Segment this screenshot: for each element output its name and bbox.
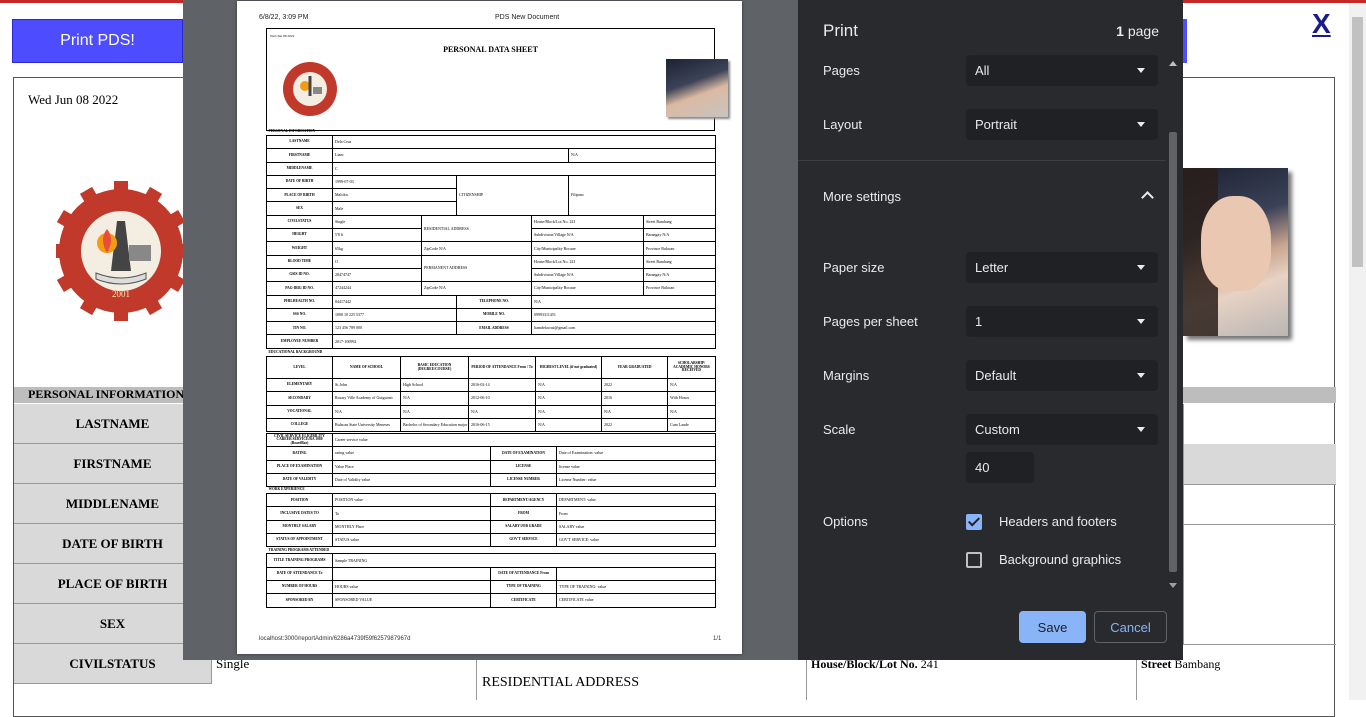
scale-label: Scale (823, 422, 856, 437)
chevron-down-icon (1137, 319, 1145, 324)
print-settings-panel: Print 1 page Pages All Layout Portrait M… (798, 0, 1183, 660)
preview-header-title: PDS New Document (495, 14, 560, 21)
scroll-up-icon[interactable] (1169, 61, 1177, 66)
save-button[interactable]: Save (1019, 611, 1086, 643)
page-scrollbar[interactable] (1349, 3, 1366, 700)
page-scroll-thumb[interactable] (1352, 17, 1363, 267)
margins-label: Margins (823, 368, 870, 383)
layout-select[interactable]: Portrait (966, 109, 1158, 140)
settings-scrollbar[interactable] (1166, 57, 1180, 594)
background-date: Wed Jun 08 2022 (28, 92, 119, 107)
preview-footer-url: localhost:3000/reportAdmin/6286a4739f59f… (259, 636, 411, 642)
pages-label: Pages (823, 63, 860, 78)
profile-photo (1183, 168, 1288, 336)
chevron-down-icon (1137, 68, 1145, 73)
paper-size-select[interactable]: Letter (966, 252, 1158, 283)
preview-title: PERSONAL DATA SHEET (443, 45, 538, 54)
chevron-down-icon (1137, 265, 1145, 270)
bg-cell-right-1 (1183, 404, 1336, 445)
headers-footers-label[interactable]: Headers and footers (999, 514, 1117, 529)
options-label: Options (823, 514, 868, 529)
preview-footer-page: 1/1 (713, 636, 722, 642)
bg-cell-right-3 (1183, 484, 1336, 525)
bg-cell-right-4 (1183, 524, 1336, 644)
scroll-down-icon[interactable] (1169, 583, 1177, 588)
preview-date-small: Wed Jun 08 2022 (270, 34, 295, 38)
print-pds-button[interactable]: Print PDS! (12, 19, 183, 63)
chevron-down-icon (1137, 427, 1145, 432)
preview-personal-table: PERSONAL INFORMATION LASTNAME Dela Cruz F… (266, 129, 717, 349)
headers-footers-checkbox[interactable] (966, 514, 982, 530)
chevron-up-icon[interactable] (1141, 191, 1154, 204)
pages-select[interactable]: All (966, 55, 1158, 86)
scale-input[interactable]: 40 (966, 452, 1034, 483)
layout-label: Layout (823, 117, 863, 132)
scroll-thumb[interactable] (1169, 132, 1177, 572)
scale-select[interactable]: Custom (966, 414, 1158, 445)
svg-text:2001: 2001 (112, 289, 130, 299)
more-settings-toggle[interactable]: More settings (823, 189, 901, 204)
preview-page: 6/8/22, 3:09 PM PDS New Document Wed Jun… (237, 1, 742, 654)
background-button-edge[interactable] (1183, 19, 1187, 63)
bg-divider (476, 660, 477, 700)
cancel-button[interactable]: Cancel (1094, 611, 1167, 643)
preview-header-date: 6/8/22, 3:09 PM (259, 14, 309, 21)
chevron-down-icon (1137, 122, 1145, 127)
bg-residential-address: RESIDENTIAL ADDRESS (482, 675, 639, 690)
print-title: Print (823, 21, 858, 40)
settings-divider (798, 160, 1168, 161)
close-icon[interactable]: X (1312, 8, 1331, 40)
preview-education-table: EDUCATIONAL BACKGROUND LEVEL NAME OF SCHO… (266, 350, 716, 433)
pages-per-sheet-label: Pages per sheet (823, 314, 918, 329)
margins-select[interactable]: Default (966, 360, 1158, 391)
bg-cell-right-2 (1183, 444, 1336, 485)
preview-logo-icon (283, 62, 337, 116)
preview-title-frame: Wed Jun 08 2022 PERSONAL DATA SHEET (266, 28, 728, 131)
preview-eligibility-table: CIVIL SERVICE ELIGIBILITY CAREER SERVICE… (266, 432, 717, 608)
chevron-down-icon (1137, 373, 1145, 378)
college-logo-icon: 2001 (56, 181, 186, 321)
pages-per-sheet-select[interactable]: 1 (966, 306, 1158, 337)
preview-photo (666, 59, 728, 117)
page-count: 1 page (1116, 23, 1159, 39)
background-graphics-label[interactable]: Background graphics (999, 552, 1121, 567)
background-graphics-checkbox[interactable] (966, 552, 982, 568)
paper-size-label: Paper size (823, 260, 885, 275)
